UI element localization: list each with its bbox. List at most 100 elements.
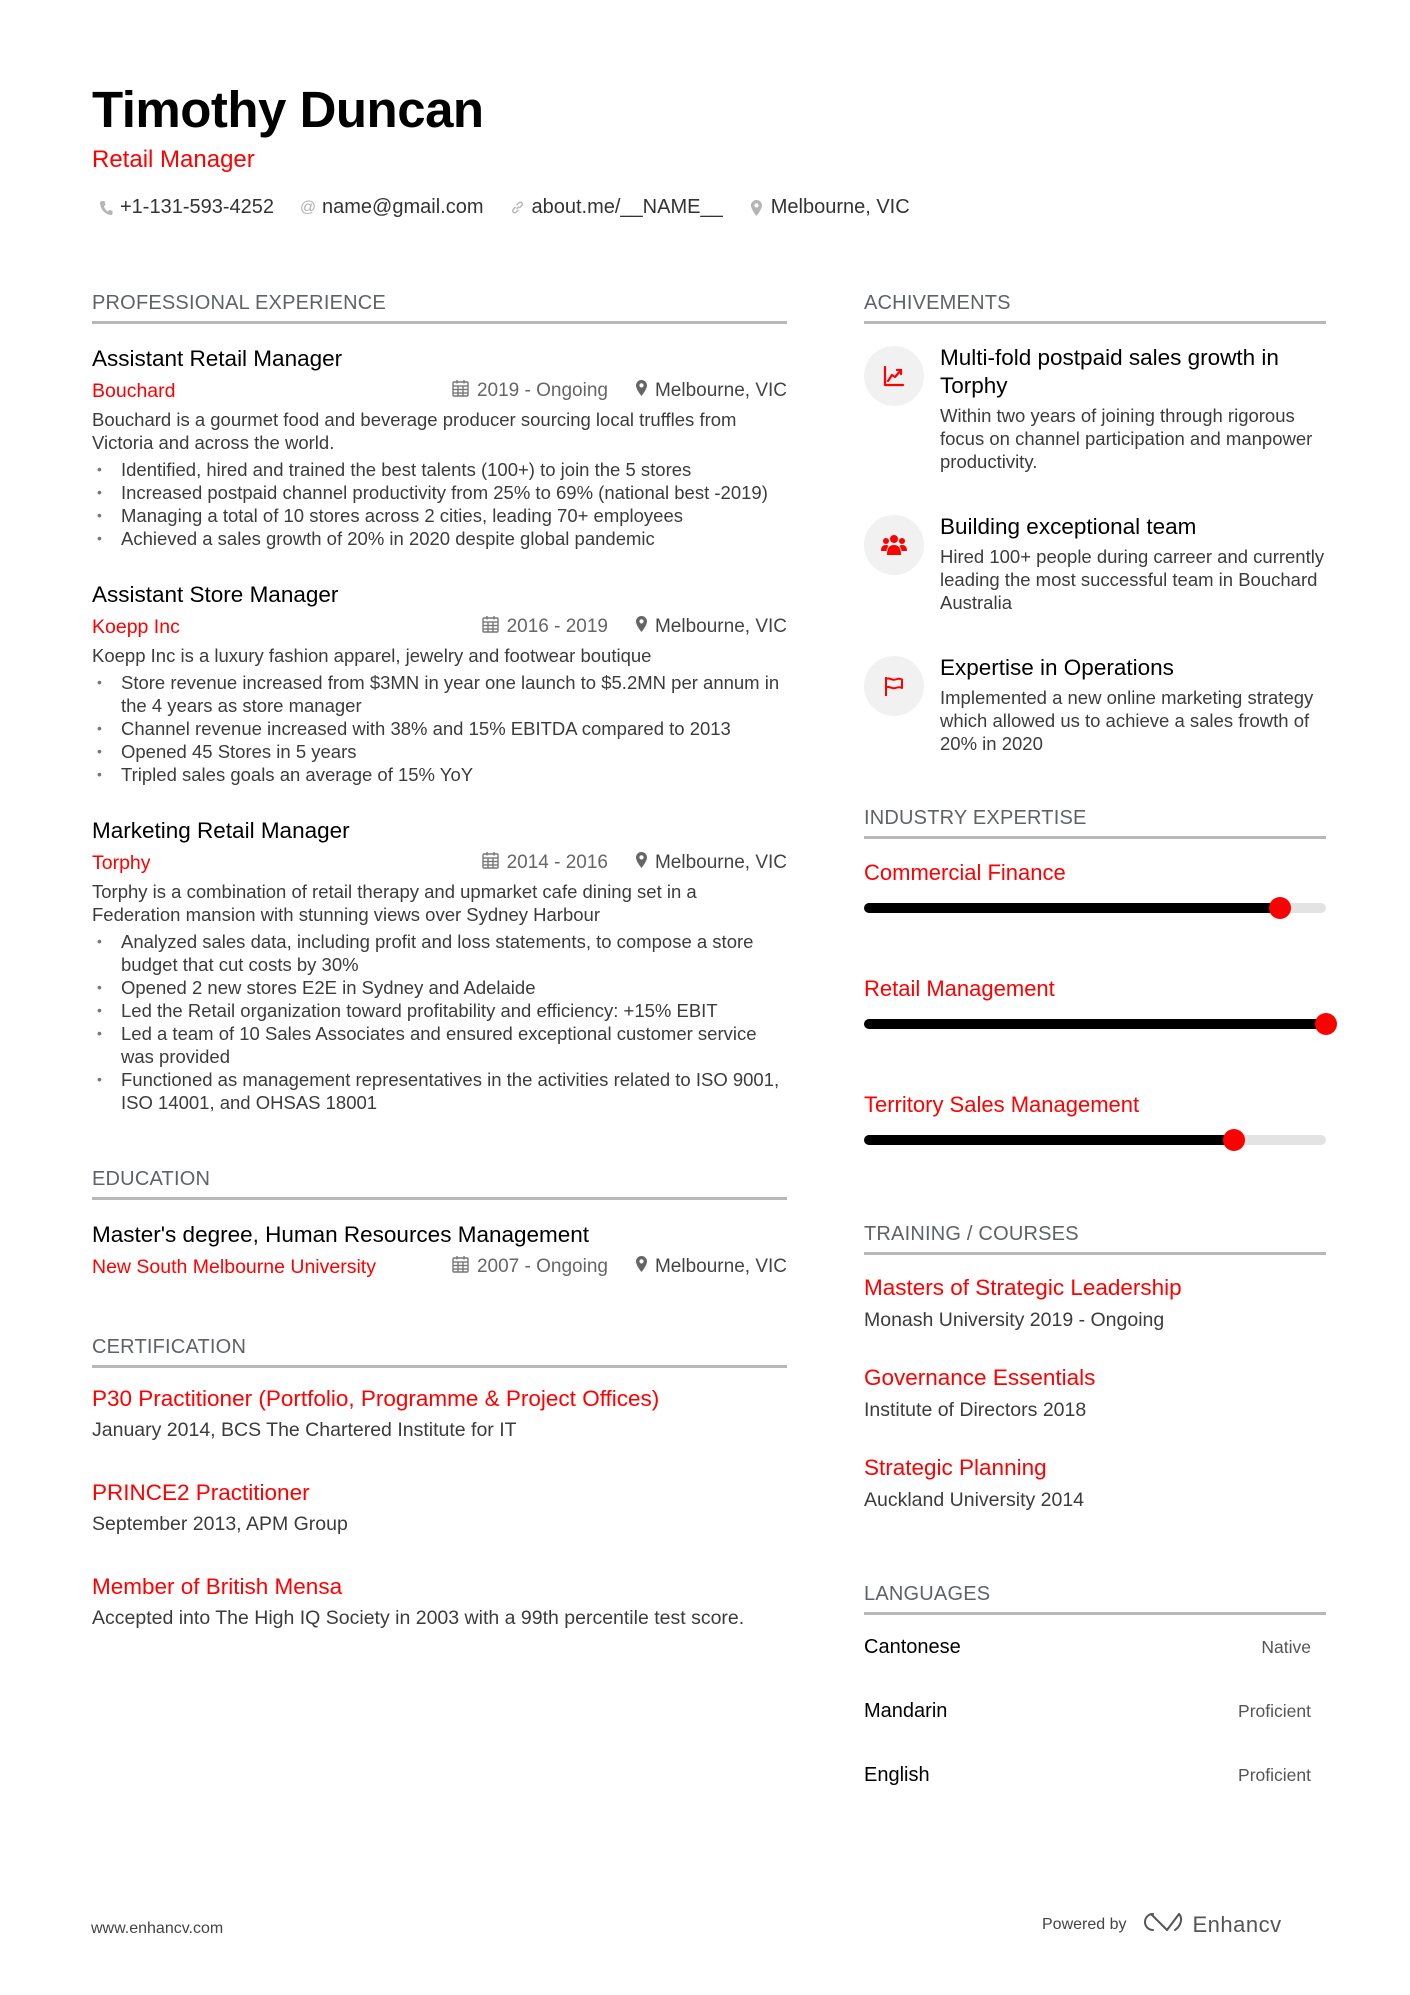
company-description: Bouchard is a gourmet food and beverage … <box>92 409 737 453</box>
job-title: Marketing Retail Manager <box>92 818 350 843</box>
phone-icon <box>98 200 114 216</box>
language-level: Proficient <box>1238 1700 1311 1721</box>
bullet-item: Achieved a sales growth of 20% in 2020 d… <box>92 527 787 550</box>
achievement-item: Expertise in Operations Implemented a ne… <box>864 654 1326 755</box>
training-section-title: TRAINING / COURSES <box>864 1223 1326 1255</box>
language-level: Native <box>1261 1636 1311 1657</box>
skill-name: Retail Management <box>864 976 1055 1001</box>
language-level: Proficient <box>1238 1764 1311 1785</box>
enhancv-logo-icon <box>1141 1910 1185 1940</box>
bullet-item: Managing a total of 10 stores across 2 c… <box>92 504 787 527</box>
certification-description: January 2014, BCS The Chartered Institut… <box>92 1419 517 1441</box>
certification-entry: PRINCE2 Practitioner September 2013, APM… <box>92 1478 787 1536</box>
bullet-item: Functioned as management representatives… <box>92 1068 787 1114</box>
school-name: New South Melbourne University <box>92 1255 376 1278</box>
candidate-name: Timothy Duncan <box>92 81 484 138</box>
location-pin-icon <box>749 199 765 216</box>
certification-description: September 2013, APM Group <box>92 1513 348 1535</box>
company-description: Koepp Inc is a luxury fashion apparel, j… <box>92 645 652 666</box>
course-item: Strategic Planning Auckland University 2… <box>864 1453 1326 1513</box>
company-name: Koepp Inc <box>92 615 180 638</box>
calendar-icon <box>452 379 469 403</box>
course-subtitle: Institute of Directors 2018 <box>864 1399 1087 1421</box>
bullet-item: Channel revenue increased with 38% and 1… <box>92 717 787 740</box>
contact-location: Melbourne, VIC <box>749 196 910 219</box>
right-column: ACHIVEMENTS Multi-fold postpaid sales gr… <box>864 292 1337 1807</box>
education-section-title: EDUCATION <box>92 1168 787 1200</box>
bullet-item: Opened 45 Stores in 5 years <box>92 740 787 763</box>
contact-email-text: name@gmail.com <box>322 196 484 218</box>
expertise-section: INDUSTRY EXPERTISE Commercial Finance Re… <box>864 807 1337 1151</box>
company-name: Torphy <box>92 851 151 874</box>
achievement-description: Within two years of joining through rigo… <box>940 405 1313 472</box>
company-description: Torphy is a combination of retail therap… <box>92 881 697 925</box>
education-location: Melbourne, VIC <box>654 1256 787 1277</box>
calendar-icon <box>481 851 499 875</box>
certification-description: Accepted into The High IQ Society in 200… <box>92 1607 745 1629</box>
skill-level-bar <box>864 1013 1337 1035</box>
skill-level-knob <box>1315 1013 1337 1035</box>
link-icon <box>509 200 525 215</box>
contact-link[interactable]: about.me/__NAME__ <box>509 196 723 219</box>
at-icon: @ <box>299 198 317 216</box>
bullet-item: Led a team of 10 Sales Associates and en… <box>92 1022 787 1068</box>
education-entry: Master's degree, Human Resources Managem… <box>92 1220 787 1282</box>
skill-level-fill <box>864 1019 1326 1029</box>
bullet-item: Tripled sales goals an average of 15% Yo… <box>92 763 787 786</box>
users-icon <box>864 515 924 575</box>
course-subtitle: Monash University 2019 - Ongoing <box>864 1309 1165 1331</box>
job-title: Assistant Retail Manager <box>92 346 343 371</box>
degree-title: Master's degree, Human Resources Managem… <box>92 1222 590 1247</box>
contact-phone-text: +1-131-593-4252 <box>120 196 275 218</box>
job-entry: Assistant Store Manager Koepp Inc 2016 -… <box>92 580 787 786</box>
website-link[interactable]: www.enhancv.com <box>91 1920 223 1938</box>
location-pin-icon <box>635 1256 647 1278</box>
language-name: English <box>864 1763 930 1786</box>
skill-level-bar <box>864 897 1326 919</box>
certification-entry: P30 Practitioner (Portfolio, Programme &… <box>92 1384 787 1442</box>
achievement-description: Hired 100+ people during carreer and cur… <box>940 546 1325 613</box>
achievement-description: Implemented a new online marketing strat… <box>940 687 1314 754</box>
job-location: Melbourne, VIC <box>654 616 787 637</box>
language-item: Cantonese Native <box>864 1615 1326 1679</box>
brand-logo[interactable]: Enhancv <box>1141 1910 1282 1940</box>
skill-level-fill <box>864 903 1280 913</box>
certification-entry: Member of British Mensa Accepted into Th… <box>92 1572 787 1630</box>
language-item: English Proficient <box>864 1743 1326 1807</box>
skill-level-knob <box>1268 897 1291 919</box>
bullet-item: Store revenue increased from $3MN in yea… <box>92 671 787 717</box>
left-column: PROFESSIONAL EXPERIENCE Assistant Retail… <box>92 292 787 1630</box>
language-name: Cantonese <box>864 1635 961 1658</box>
job-bullets: Store revenue increased from $3MN in yea… <box>92 671 787 786</box>
job-bullets: Identified, hired and trained the best t… <box>92 458 787 550</box>
course-title: Strategic Planning <box>864 1455 1047 1480</box>
job-bullets: Analyzed sales data, including profit an… <box>92 930 787 1114</box>
skill-level-bar <box>864 1129 1326 1151</box>
certification-title: Member of British Mensa <box>92 1574 343 1599</box>
achievements-section: ACHIVEMENTS Multi-fold postpaid sales gr… <box>864 292 1326 755</box>
contact-email[interactable]: @ name@gmail.com <box>299 196 484 219</box>
skill-name: Commercial Finance <box>864 860 1066 885</box>
experience-section: PROFESSIONAL EXPERIENCE Assistant Retail… <box>92 292 787 1114</box>
skill-item: Territory Sales Management <box>864 1091 1326 1151</box>
bullet-item: Led the Retail organization toward profi… <box>92 999 787 1022</box>
job-dates: 2019 - Ongoing <box>476 380 608 401</box>
calendar-icon <box>452 1255 469 1279</box>
education-section: EDUCATION Master's degree, Human Resourc… <box>92 1168 787 1282</box>
powered-by: Powered by Enhancv <box>1042 1910 1282 1940</box>
certification-section: CERTIFICATION P30 Practitioner (Portfoli… <box>92 1336 787 1630</box>
calendar-icon <box>481 615 499 639</box>
contact-phone[interactable]: +1-131-593-4252 <box>98 196 274 219</box>
education-meta: New South Melbourne University 2007 - On… <box>92 1252 787 1282</box>
achievement-item: Building exceptional team Hired 100+ peo… <box>864 513 1326 614</box>
achievement-title: Multi-fold postpaid sales growth in Torp… <box>940 345 1279 398</box>
skill-level-fill <box>864 1135 1234 1145</box>
job-title: Assistant Store Manager <box>92 582 339 607</box>
course-title: Governance Essentials <box>864 1365 1096 1390</box>
flag-icon <box>864 656 924 716</box>
achievement-item: Multi-fold postpaid sales growth in Torp… <box>864 344 1326 473</box>
brand-name: Enhancv <box>1192 1912 1282 1937</box>
job-dates: 2014 - 2016 <box>506 852 608 873</box>
chart-line-icon <box>864 346 924 406</box>
course-item: Governance Essentials Institute of Direc… <box>864 1363 1326 1423</box>
